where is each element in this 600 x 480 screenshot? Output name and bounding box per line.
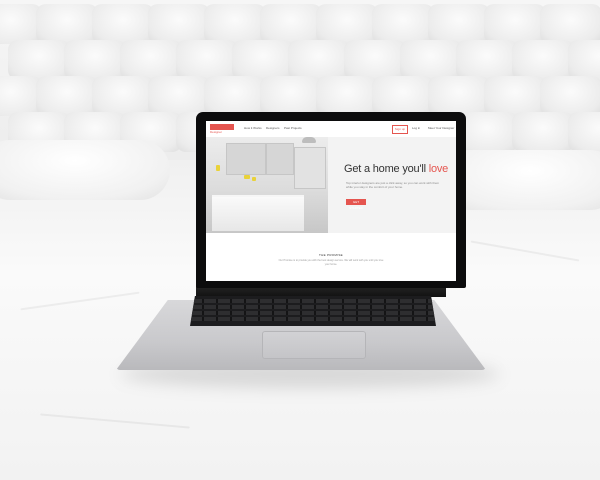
keyboard-row (190, 299, 436, 303)
headboard-tuft (568, 112, 600, 152)
yellow-decor (216, 165, 220, 171)
headboard-tuft (316, 4, 378, 44)
headboard-tuft (64, 40, 126, 80)
hero-title-main: Get a home you'll (344, 163, 426, 175)
yellow-decor (244, 175, 250, 179)
keyboard[interactable] (190, 296, 436, 326)
headboard-tuft (148, 76, 210, 116)
headboard-tuft (428, 76, 490, 116)
promise-text: Our Promise is to provide you with the b… (278, 259, 384, 266)
headboard-tuft (36, 76, 98, 116)
site-navbar: Designer How it Works Designers Past Pro… (206, 121, 456, 138)
headboard-tuft (176, 40, 238, 80)
kitchen-image (206, 137, 328, 233)
signup-button[interactable]: Sign up (392, 125, 408, 134)
keyboard-row (190, 305, 436, 309)
headboard-tuft (484, 4, 546, 44)
cabinet (266, 143, 294, 175)
headboard-tuft (372, 4, 434, 44)
kitchen-island (212, 195, 304, 231)
pendant-lamp (302, 137, 316, 143)
headboard-tuft (372, 76, 434, 116)
headboard-tuft (204, 76, 266, 116)
headboard-tuft (36, 4, 98, 44)
headboard-tuft (260, 76, 322, 116)
cabinet (226, 143, 266, 175)
headboard-tuft (8, 40, 70, 80)
headboard-tuft (92, 4, 154, 44)
nav-link-past-projects[interactable]: Past Projects (284, 126, 302, 131)
hero-section: Get a home you'll love Top interior desi… (206, 137, 456, 233)
headboard-tuft (204, 4, 266, 44)
headboard-tuft (92, 76, 154, 116)
headboard-tuft (568, 40, 600, 80)
headboard-tuft (400, 40, 462, 80)
headboard-tuft (512, 40, 574, 80)
headboard-tuft (428, 4, 490, 44)
headboard-tuft (456, 40, 518, 80)
meet-designer-link[interactable]: Meet Your Designer (428, 126, 454, 131)
hero-title-accent: love (428, 163, 449, 175)
headboard-tuft (540, 76, 600, 116)
headboard-tuft (484, 76, 546, 116)
pillow-left (0, 140, 170, 200)
trackpad[interactable] (262, 331, 366, 359)
headboard-tuft (344, 40, 406, 80)
headboard-tuft (316, 76, 378, 116)
laptop-screen: Designer How it Works Designers Past Pro… (206, 121, 456, 281)
headboard-tuft (512, 112, 574, 152)
headboard-tuft (232, 40, 294, 80)
nav-link-designers[interactable]: Designers (266, 126, 280, 131)
get-started-button[interactable]: GET STARTED (346, 199, 366, 210)
login-link[interactable]: Log in (412, 126, 420, 131)
headboard-tuft (148, 4, 210, 44)
cabinet (294, 147, 326, 189)
logo-text: Designer (210, 130, 223, 134)
site-logo[interactable]: Designer (210, 124, 234, 134)
hero-subtitle: Top interior designers are just a click … (346, 181, 440, 189)
headboard-tuft (288, 40, 350, 80)
headboard-tuft (260, 4, 322, 44)
nav-link-how-it-works[interactable]: How it Works (244, 126, 262, 131)
yellow-decor (252, 177, 256, 181)
hero-title: Get a home you'll love (344, 163, 448, 175)
headboard-tuft (540, 4, 600, 44)
keyboard-row (190, 311, 436, 315)
headboard-tuft (120, 40, 182, 80)
keyboard-row (190, 317, 436, 321)
promise-title: THE PROMISE (319, 253, 343, 257)
